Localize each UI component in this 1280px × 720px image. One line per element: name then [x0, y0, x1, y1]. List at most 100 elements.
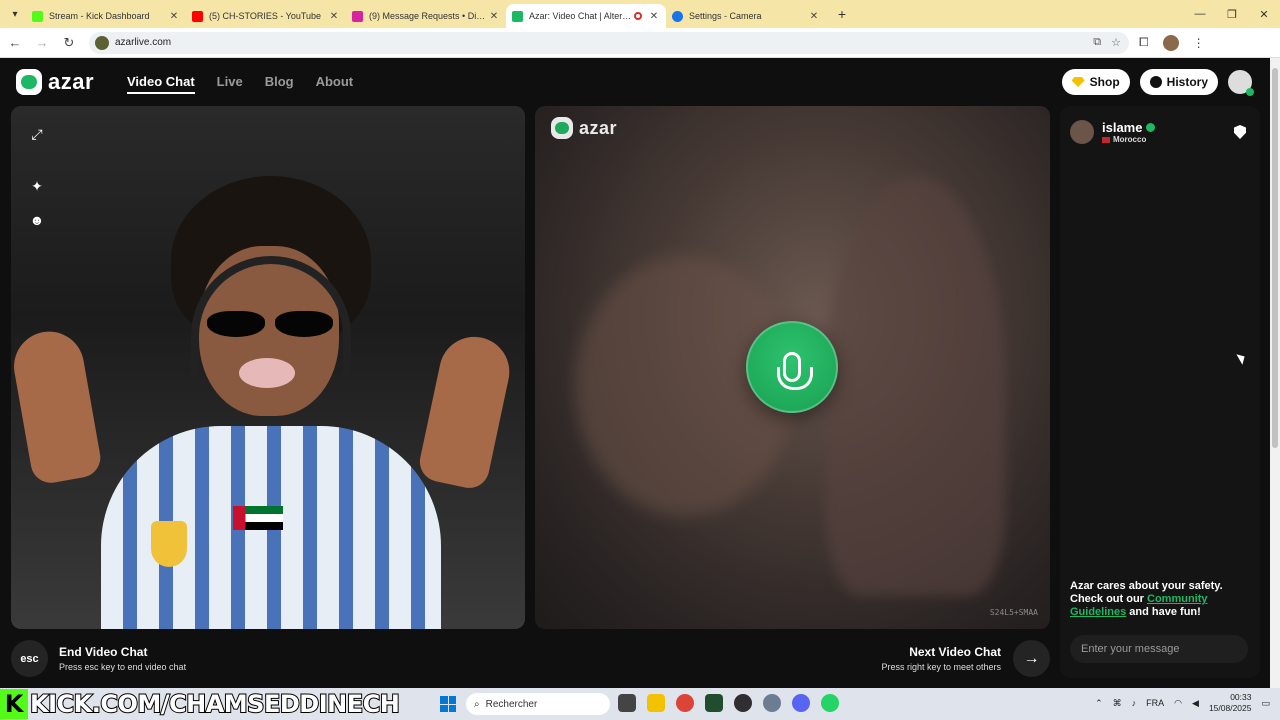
- sparkle-effects-icon[interactable]: ✦: [29, 178, 45, 194]
- window-controls: — ❐ ✕: [1184, 0, 1280, 28]
- url-text: azarlive.com: [115, 37, 172, 48]
- morocco-flag-icon: [1102, 136, 1110, 143]
- whatsapp-icon[interactable]: [821, 694, 839, 712]
- browser-tab-youtube[interactable]: (5) CH-STORIES - YouTube ✕: [186, 4, 346, 28]
- end-chat-hint: Press esc key to end video chat: [59, 662, 187, 672]
- message-input[interactable]: [1070, 635, 1248, 663]
- clock-time: 00:33: [1230, 692, 1252, 702]
- nav-about[interactable]: About: [316, 74, 354, 94]
- file-explorer-icon[interactable]: [647, 694, 665, 712]
- close-tab-icon[interactable]: ✕: [488, 11, 500, 22]
- minimize-icon[interactable]: —: [1184, 0, 1216, 28]
- history-button[interactable]: History: [1139, 69, 1218, 95]
- face-filter-icon[interactable]: ☻: [29, 212, 45, 228]
- taskbar-apps: [618, 694, 839, 712]
- shop-label: Shop: [1089, 75, 1120, 89]
- browser-tab-settings[interactable]: Settings - Camera ✕: [666, 4, 826, 28]
- notifications-icon[interactable]: ▭: [1261, 698, 1270, 709]
- clock-icon: [1149, 76, 1162, 88]
- taskbar-clock[interactable]: 00:33 15/08/2025: [1209, 692, 1252, 714]
- azar-page: azar Video Chat Live Blog About Shop His…: [0, 58, 1270, 688]
- close-tab-icon[interactable]: ✕: [648, 11, 660, 22]
- gem-icon: [1071, 77, 1085, 87]
- site-info-icon[interactable]: [95, 35, 109, 50]
- extensions-puzzle-icon[interactable]: ⧠: [1139, 35, 1149, 50]
- video-watermark: S24L5+SMAA: [989, 608, 1038, 617]
- tab-search-menu-icon[interactable]: ▾: [4, 3, 26, 25]
- video-flag: [233, 506, 283, 530]
- user-profile-icon[interactable]: [1228, 70, 1254, 96]
- microphone-button[interactable]: [746, 321, 838, 413]
- remote-video: azar S24L5+SMAA: [535, 106, 1050, 629]
- partner-info[interactable]: islame Morocco: [1070, 120, 1156, 144]
- partner-avatar[interactable]: [1070, 120, 1094, 144]
- network-icon[interactable]: ⌘: [1113, 698, 1122, 709]
- report-shield-icon[interactable]: [1234, 125, 1246, 139]
- browser-tab-kick[interactable]: Stream - Kick Dashboard ✕: [26, 4, 186, 28]
- obs-icon[interactable]: [734, 694, 752, 712]
- install-app-icon[interactable]: ⧉: [1093, 36, 1101, 49]
- language-indicator[interactable]: FRA: [1146, 698, 1164, 708]
- azar-logo-icon: [551, 117, 573, 139]
- recording-indicator-icon: [634, 12, 642, 20]
- task-view-icon[interactable]: [618, 694, 636, 712]
- nav-blog[interactable]: Blog: [265, 74, 294, 94]
- terminal-app-icon[interactable]: [705, 694, 723, 712]
- browser-toolbar: ← → ↻ azarlive.com ⧉ ☆ ⧠ ⋮: [0, 28, 1280, 58]
- nav-live[interactable]: Live: [217, 74, 243, 94]
- shop-button[interactable]: Shop: [1061, 69, 1130, 95]
- tab-title: (5) CH-STORIES - YouTube: [209, 11, 322, 21]
- video-hand-left: [11, 326, 104, 486]
- restore-icon[interactable]: ❐: [1216, 0, 1248, 28]
- wifi-icon[interactable]: ◠: [1174, 698, 1182, 709]
- azar-logo[interactable]: azar: [16, 69, 94, 95]
- discord-icon[interactable]: [792, 694, 810, 712]
- logo-text: azar: [579, 117, 618, 138]
- logo-text: azar: [48, 69, 95, 94]
- expand-icon[interactable]: ⤢: [29, 126, 45, 142]
- browser-tab-azar[interactable]: Azar: Video Chat | Alternati ✕: [506, 4, 666, 28]
- site-header: azar Video Chat Live Blog About Shop His…: [0, 58, 1270, 106]
- profile-avatar-icon[interactable]: [1162, 34, 1179, 51]
- chat-panel: islame Morocco Azar cares about your saf…: [1060, 106, 1260, 678]
- settings-app-icon[interactable]: [763, 694, 781, 712]
- forward-arrow-icon[interactable]: →: [30, 31, 54, 55]
- bookmark-star-icon[interactable]: ☆: [1111, 36, 1121, 49]
- chrome-icon[interactable]: [676, 694, 694, 712]
- browser-menu-icon[interactable]: ⋮: [1193, 36, 1205, 50]
- local-video: ⤢ ✦ ☻: [11, 106, 525, 629]
- clock-date: 15/08/2025: [1208, 703, 1252, 713]
- taskbar-search[interactable]: ⌕ Rechercher: [466, 693, 610, 715]
- address-bar[interactable]: azarlive.com ⧉ ☆: [89, 31, 1129, 54]
- partner-name: islame: [1102, 120, 1143, 135]
- close-tab-icon[interactable]: ✕: [328, 11, 340, 22]
- close-window-icon[interactable]: ✕: [1248, 0, 1280, 28]
- mic-tray-icon[interactable]: ♪: [1132, 698, 1137, 708]
- kick-channel-text: KICK.COM/CHAMSEDDINECH: [29, 689, 401, 719]
- instagram-favicon-icon: [352, 10, 363, 22]
- kick-favicon-icon: [32, 10, 43, 22]
- blurred-figure: [825, 176, 1005, 596]
- windows-start-icon[interactable]: [440, 696, 456, 712]
- tab-title: (9) Message Requests • Direct: [369, 11, 488, 21]
- close-tab-icon[interactable]: ✕: [808, 11, 820, 22]
- nav-video-chat[interactable]: Video Chat: [127, 74, 195, 94]
- system-tray: ⌃ ⌘ ♪ FRA ◠ ◀ 00:33 15/08/2025 ▭: [1095, 692, 1270, 714]
- volume-icon[interactable]: ◀: [1192, 698, 1199, 709]
- next-chat-arrow-icon[interactable]: →: [1013, 640, 1050, 677]
- windows-taskbar: K KICK.COM/CHAMSEDDINECH ⌕ Rechercher ⌃ …: [0, 688, 1280, 720]
- tray-chevron-up-icon[interactable]: ⌃: [1095, 698, 1103, 709]
- stream-overlay-banner: K KICK.COM/CHAMSEDDINECH: [0, 688, 401, 720]
- page-scrollbar[interactable]: [1270, 58, 1280, 688]
- reload-icon[interactable]: ↻: [57, 31, 81, 55]
- browser-tab-instagram[interactable]: (9) Message Requests • Direct ✕: [346, 4, 506, 28]
- scrollbar-thumb[interactable]: [1272, 68, 1278, 448]
- azar-logo-icon: [16, 69, 42, 95]
- end-chat-button[interactable]: esc: [11, 640, 48, 677]
- tab-title: Stream - Kick Dashboard: [49, 11, 150, 21]
- safety-suffix: and have fun!: [1126, 606, 1201, 618]
- back-arrow-icon[interactable]: ←: [3, 31, 27, 55]
- new-tab-plus-icon[interactable]: +: [832, 6, 852, 22]
- close-tab-icon[interactable]: ✕: [168, 11, 180, 22]
- remote-azar-logo: azar: [551, 117, 617, 139]
